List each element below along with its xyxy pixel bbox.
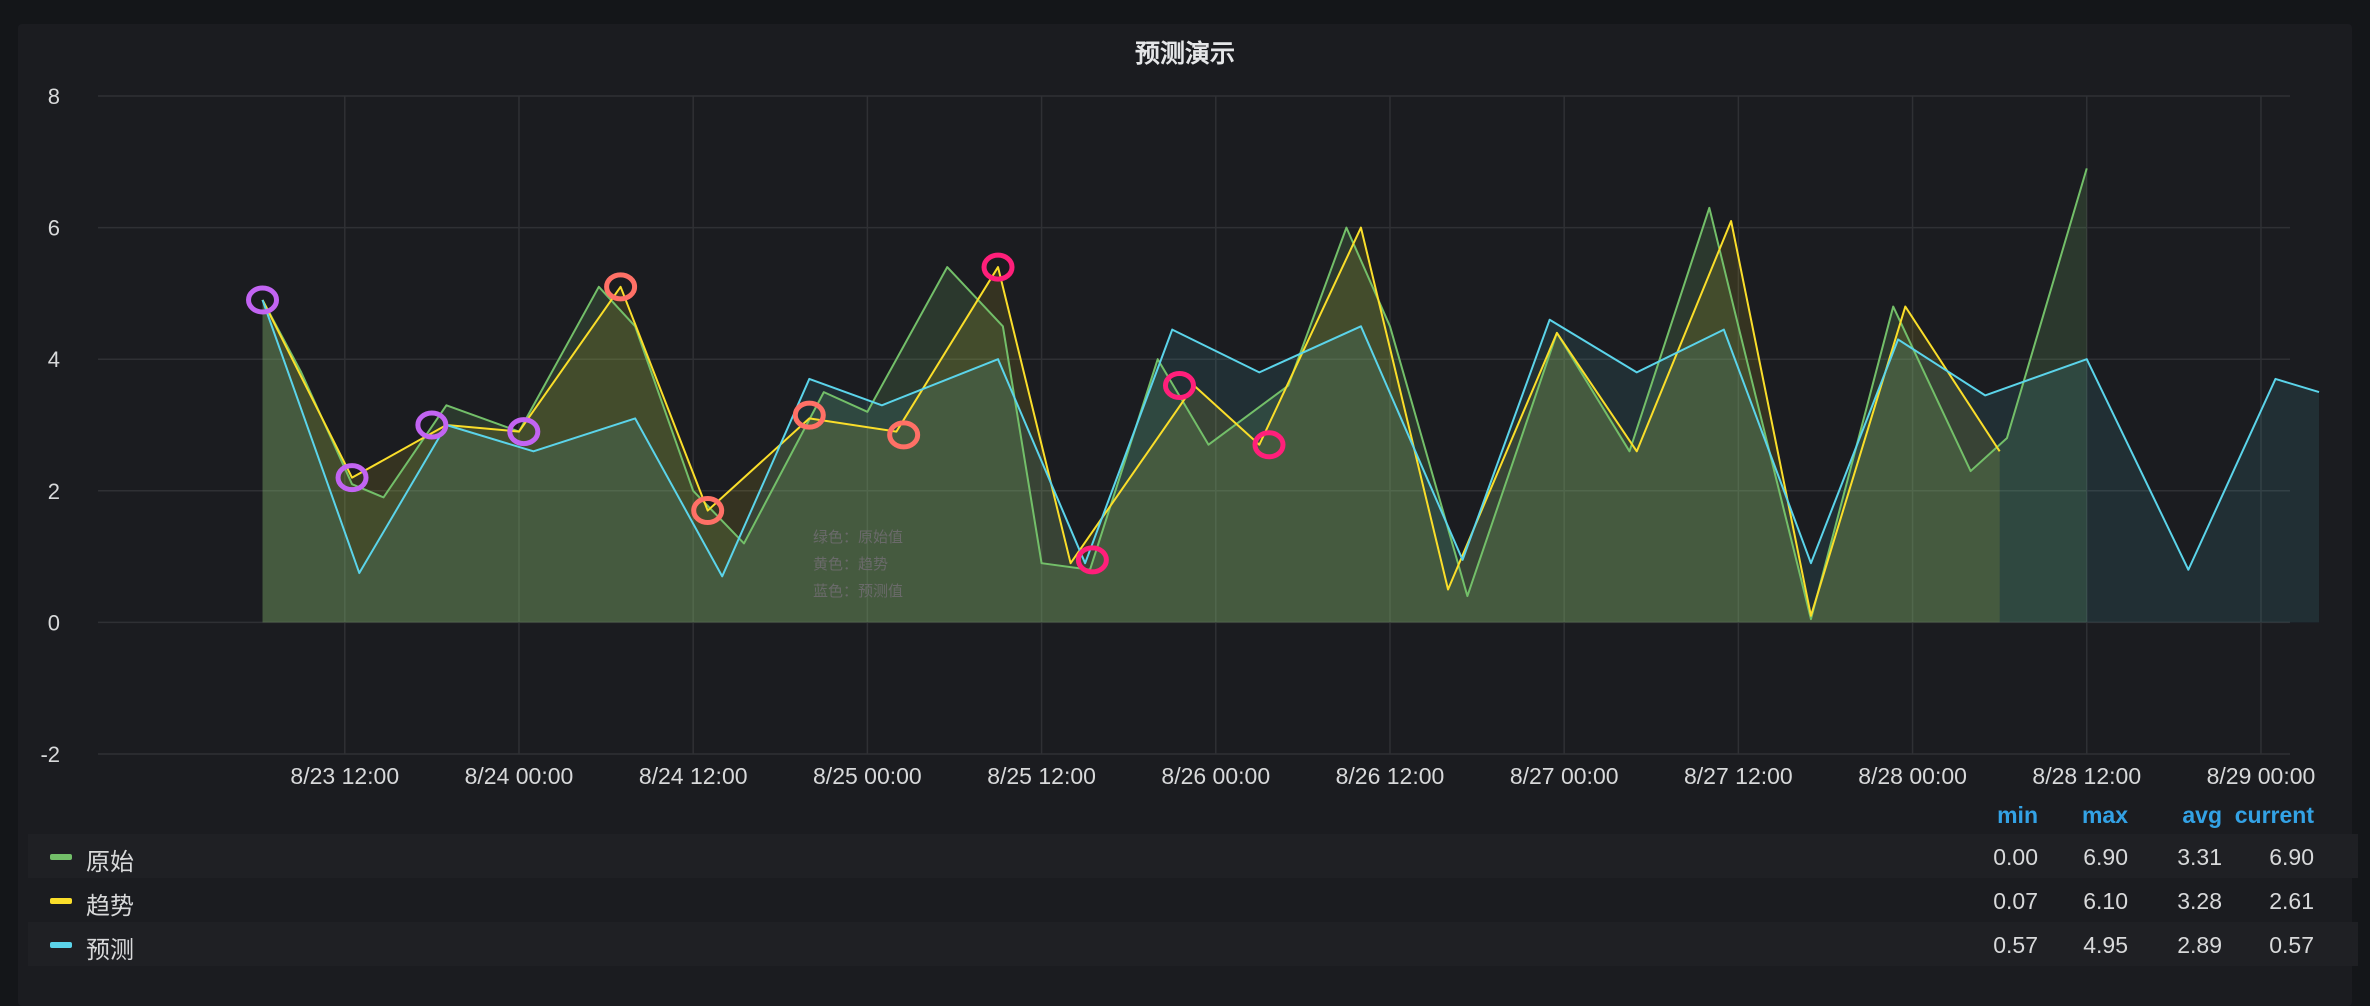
legend-value-max: 6.90 — [2083, 844, 2128, 870]
legend-header-avg[interactable]: avg — [2132, 802, 2222, 829]
x-tick-label: 8/24 12:00 — [639, 763, 748, 784]
legend-row[interactable]: 预测 0.57 4.95 2.89 0.57 — [28, 922, 2358, 966]
y-tick-label: 6 — [48, 216, 60, 241]
legend-header: min max avg current — [28, 790, 2358, 834]
legend-value-avg: 3.28 — [2177, 888, 2222, 914]
legend-row[interactable]: 趋势 0.07 6.10 3.28 2.61 — [28, 878, 2358, 922]
legend-value-avg: 2.89 — [2177, 932, 2222, 958]
legend-series-name[interactable]: 趋势 — [86, 886, 134, 921]
y-tick-label: 0 — [48, 610, 60, 635]
legend-swatch[interactable] — [50, 942, 72, 948]
y-tick-label: -2 — [40, 742, 60, 767]
legend-value-min: 0.57 — [1993, 932, 2038, 958]
y-tick-label: 2 — [48, 479, 60, 504]
legend-value-avg: 3.31 — [2177, 844, 2222, 870]
legend-rows: 原始 0.00 6.90 3.31 6.90 趋势 0.07 6.10 3.28 2.61 预测 0.… — [28, 834, 2358, 966]
x-tick-label: 8/23 12:00 — [290, 763, 399, 784]
series-fills — [262, 168, 2320, 623]
y-tick-label: 4 — [48, 347, 60, 372]
legend-row[interactable]: 原始 0.00 6.90 3.31 6.90 — [28, 834, 2358, 878]
y-tick-label: 8 — [48, 84, 60, 109]
x-tick-label: 8/26 00:00 — [1161, 763, 1270, 784]
x-tick-label: 8/25 12:00 — [987, 763, 1096, 784]
x-tick-label: 8/25 00:00 — [813, 763, 922, 784]
note-line: 蓝色：预测值 — [813, 583, 903, 600]
legend-header-current[interactable]: current — [2224, 802, 2314, 829]
x-tick-label: 8/28 00:00 — [1858, 763, 1967, 784]
note-line: 绿色：原始值 — [813, 529, 903, 546]
x-tick-label: 8/27 12:00 — [1684, 763, 1793, 784]
x-tick-label: 8/26 12:00 — [1336, 763, 1445, 784]
legend-value-min: 0.00 — [1993, 844, 2038, 870]
x-tick-label: 8/27 00:00 — [1510, 763, 1619, 784]
legend-value-max: 4.95 — [2083, 932, 2128, 958]
note-line: 黄色：趋势 — [813, 556, 888, 573]
legend-value-current: 6.90 — [2269, 844, 2314, 870]
legend-swatch[interactable] — [50, 898, 72, 904]
legend-value-current: 2.61 — [2269, 888, 2314, 914]
legend-value-min: 0.07 — [1993, 888, 2038, 914]
legend-header-max[interactable]: max — [2038, 802, 2128, 829]
legend-value-max: 6.10 — [2083, 888, 2128, 914]
x-tick-label: 8/28 12:00 — [2032, 763, 2141, 784]
legend-series-name[interactable]: 预测 — [86, 930, 134, 965]
x-tick-label: 8/29 00:00 — [2207, 763, 2316, 784]
legend-value-current: 0.57 — [2269, 932, 2314, 958]
legend-swatch[interactable] — [50, 854, 72, 860]
x-tick-label: 8/24 00:00 — [465, 763, 574, 784]
legend-series-name[interactable]: 原始 — [86, 842, 134, 877]
legend-header-min[interactable]: min — [1948, 802, 2038, 829]
legend-table: min max avg current 原始 0.00 6.90 3.31 6.90 趋势… — [28, 790, 2358, 966]
chart-plot: 8 6 4 2 0 -2 8/23 12:00 8/24 00:00 8/24 12:00 8/2… — [40, 84, 2320, 784]
